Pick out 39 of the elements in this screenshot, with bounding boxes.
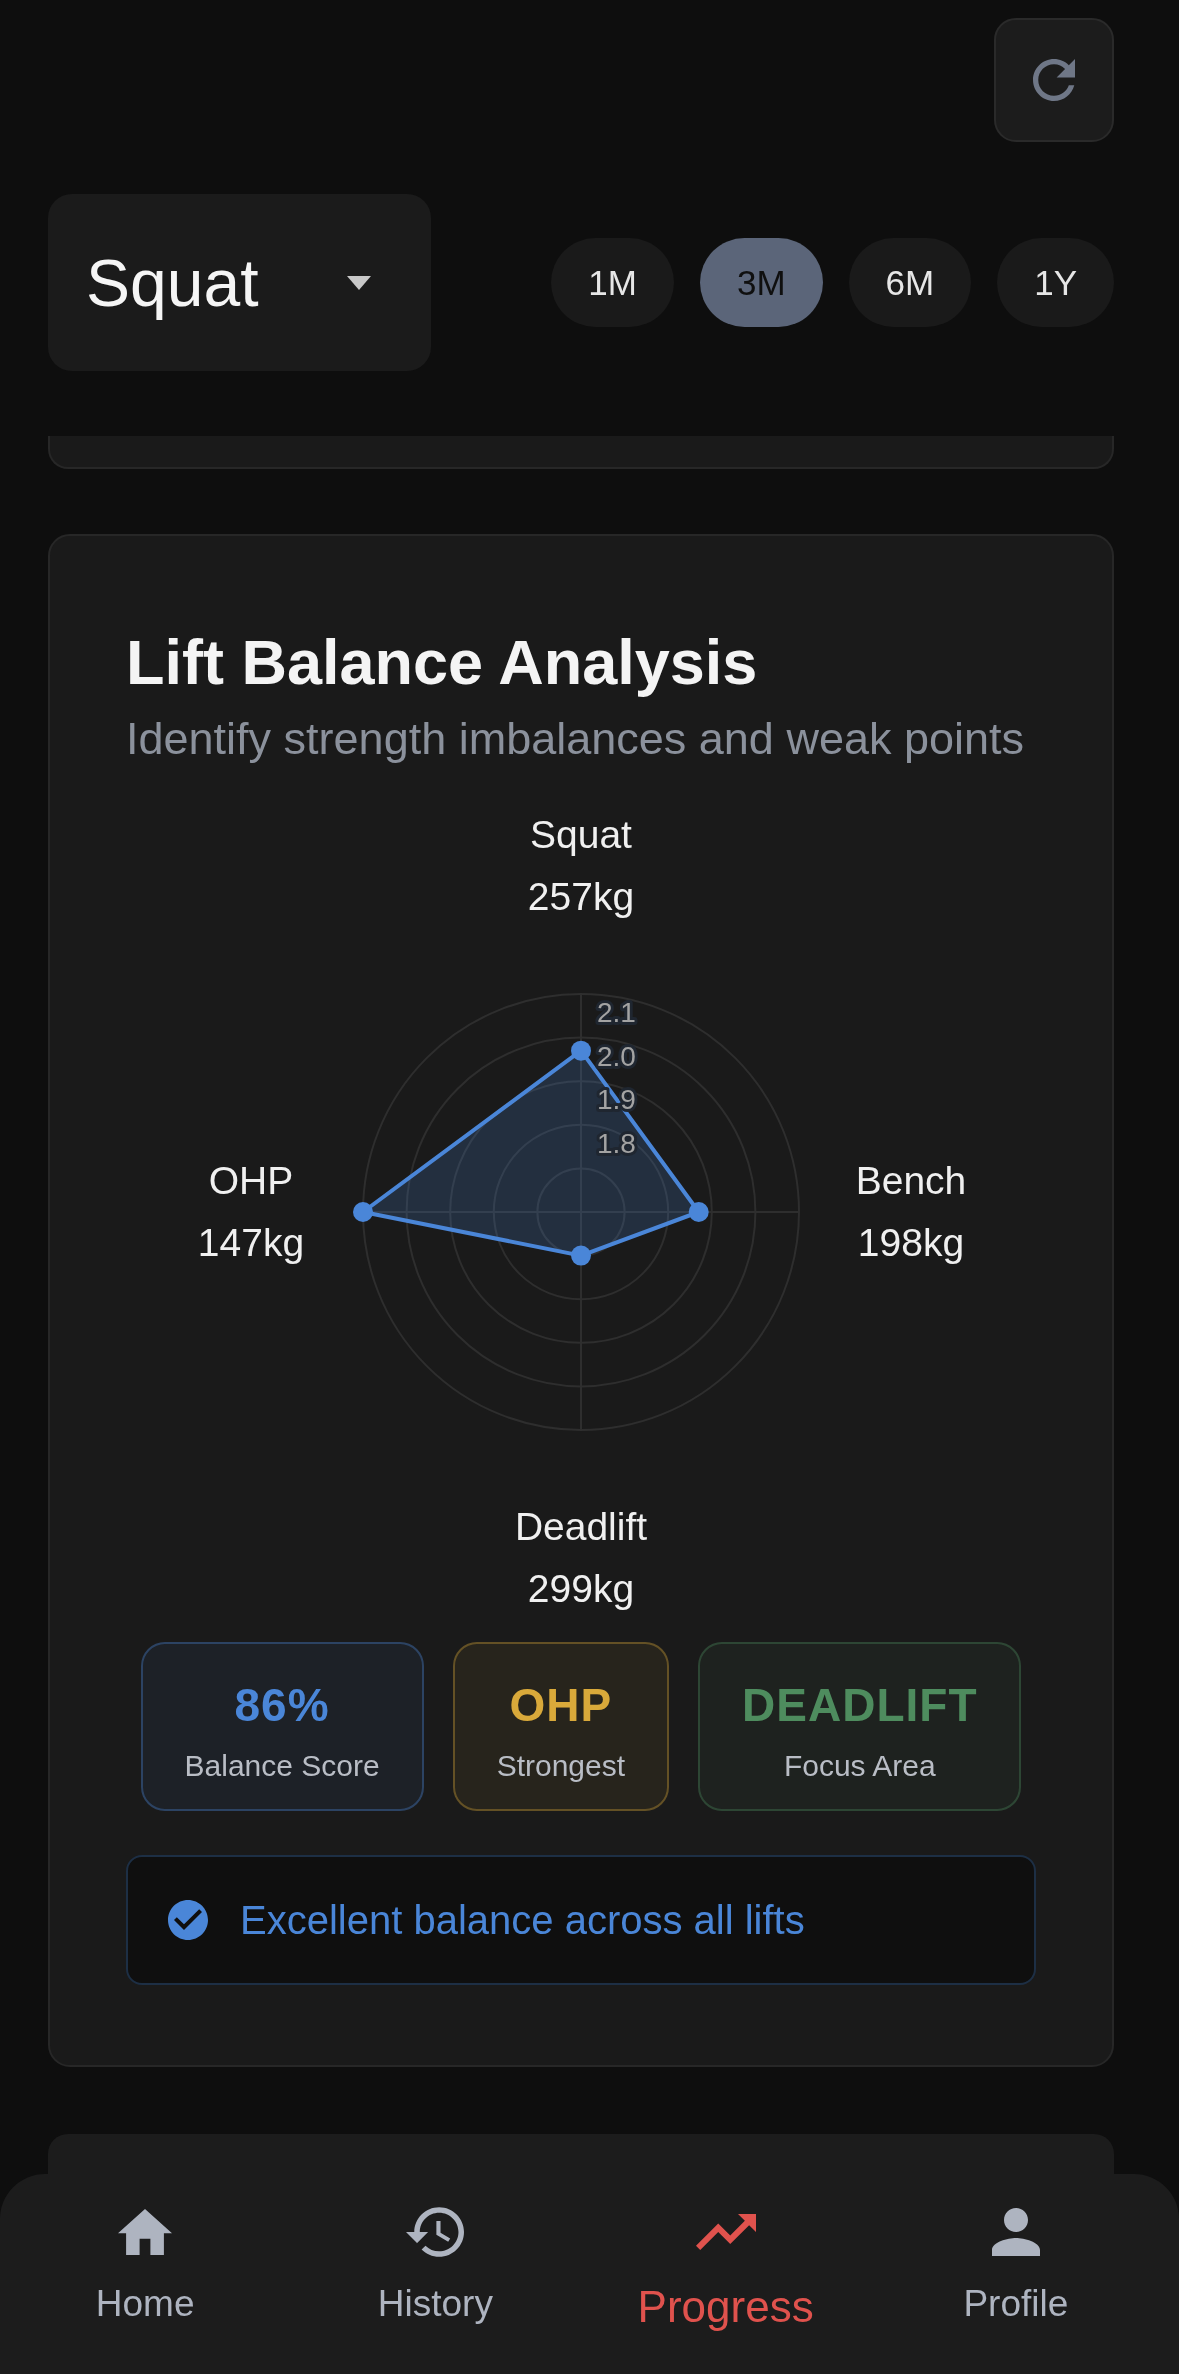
axis-label: OHP xyxy=(208,1158,294,1204)
lift-weight: 299kg xyxy=(527,1566,635,1612)
clock-arrow-icon xyxy=(406,2207,465,2257)
nav-tab[interactable]: Home xyxy=(95,2174,195,2326)
stat-label: Balance Score xyxy=(184,1748,380,1784)
stat-value: DEADLIFT xyxy=(742,1678,978,1732)
lift-weight: 147kg xyxy=(197,1220,305,1266)
stat-value: 86% xyxy=(234,1678,330,1732)
house-icon xyxy=(118,2209,173,2255)
person-icon xyxy=(991,2208,1040,2256)
axis-label: Bench xyxy=(855,1158,967,1204)
circular-arrow-icon xyxy=(1033,59,1075,101)
data-point xyxy=(571,1040,591,1061)
stat-value: OHP xyxy=(509,1678,613,1732)
exercise-dropdown[interactable]: Squat xyxy=(48,194,431,371)
status-message: Excellent balance across all lifts xyxy=(240,1897,805,1943)
data-point xyxy=(688,1202,709,1222)
data-point xyxy=(353,1202,373,1222)
lift-weight: 198kg xyxy=(857,1220,965,1266)
nav-tab[interactable]: Progress xyxy=(637,2174,814,2332)
axis-tick-label: 2.0 xyxy=(597,1040,636,1072)
lift-weight: 257kg xyxy=(527,874,635,920)
nav-tab[interactable]: Profile xyxy=(963,2174,1069,2326)
refresh-button[interactable] xyxy=(994,18,1114,142)
time-range-tab[interactable]: 1M xyxy=(551,238,674,327)
axis-label: Deadlift xyxy=(514,1504,648,1550)
time-range-tab[interactable]: 1Y xyxy=(997,238,1114,327)
caret-down-icon xyxy=(347,275,371,290)
card-subtitle: Identify strength imbalances and weak points xyxy=(126,712,1026,766)
axis-tick-label: 1.8 xyxy=(597,1127,636,1159)
time-range-tab[interactable]: 6M xyxy=(848,238,972,327)
nav-tab[interactable]: History xyxy=(377,2174,493,2326)
card-title: Lift Balance Analysis xyxy=(126,626,759,699)
axis-tick-label: 2.1 xyxy=(597,997,636,1028)
data-point xyxy=(571,1245,591,1266)
stat-label: Focus Area xyxy=(783,1748,936,1784)
axis-label: Squat xyxy=(530,812,632,858)
trend-arrow-icon xyxy=(695,2214,756,2250)
stat-label: Strongest xyxy=(496,1748,626,1784)
